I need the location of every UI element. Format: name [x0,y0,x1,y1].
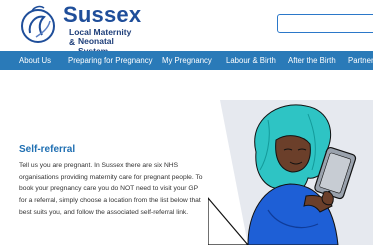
nav-item-my-pregnancy[interactable]: My Pregnancy [162,51,212,70]
page-title: Self-referral [19,144,76,155]
nav-item-preparing-for-pregnancy[interactable]: Preparing for Pregnancy [68,51,153,70]
brand-name: Sussex [63,2,142,27]
pregnant-woman-illustration [208,100,373,245]
main-navigation: About Us Preparing for Pregnancy My Preg… [0,51,373,70]
nav-item-after-the-birth[interactable]: After the Birth [288,51,336,70]
nav-item-about-us[interactable]: About Us [19,51,51,70]
nav-item-labour-and-birth[interactable]: Labour & Birth [226,51,276,70]
logo-icon [21,5,55,43]
intro-paragraph: Tell us you are pregnant. In Sussex ther… [19,162,203,216]
search-input[interactable] [277,14,373,33]
site-logo[interactable]: Sussex Local Maternity & Neonatal System [18,2,142,56]
nav-item-partner[interactable]: Partner [348,51,373,70]
site-header: Sussex Local Maternity & Neonatal System [0,0,373,56]
